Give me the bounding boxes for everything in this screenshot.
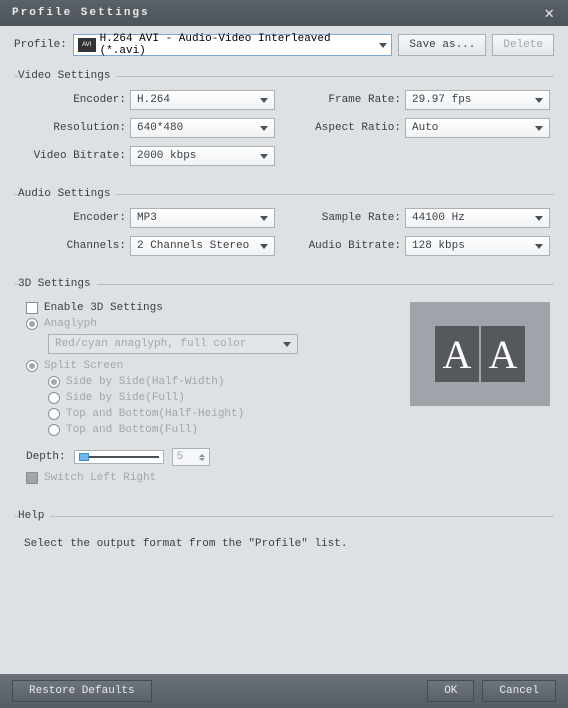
channels-select[interactable]: 2 Channels Stereo <box>130 236 275 256</box>
split-screen-radio[interactable] <box>26 360 38 372</box>
switch-lr-label: Switch Left Right <box>44 472 156 484</box>
chevron-down-icon <box>535 126 543 131</box>
chevron-down-icon <box>260 244 268 249</box>
anaglyph-mode-select[interactable]: Red/cyan anaglyph, full color <box>48 334 298 354</box>
video-encoder-label: Encoder: <box>18 94 126 106</box>
spin-up-icon <box>199 454 205 457</box>
video-bitrate-select[interactable]: 2000 kbps <box>130 146 275 166</box>
profile-label: Profile: <box>14 39 67 51</box>
chevron-down-icon <box>260 216 268 221</box>
chevron-down-icon <box>283 342 291 347</box>
chevron-down-icon <box>535 98 543 103</box>
tb-half-label: Top and Bottom(Half-Height) <box>66 408 244 420</box>
tb-half-radio[interactable] <box>48 408 60 420</box>
resolution-label: Resolution: <box>18 122 126 134</box>
depth-spinner[interactable]: 5 <box>172 448 210 466</box>
audio-encoder-select[interactable]: MP3 <box>130 208 275 228</box>
chevron-down-icon <box>379 43 387 48</box>
framerate-label: Frame Rate: <box>293 94 401 106</box>
anaglyph-radio[interactable] <box>26 318 38 330</box>
help-group: Help Select the output format from the "… <box>14 510 554 554</box>
avi-icon <box>78 38 96 52</box>
ok-button[interactable]: OK <box>427 680 474 702</box>
sbs-full-label: Side by Side(Full) <box>66 392 185 404</box>
depth-slider[interactable] <box>74 450 164 464</box>
footer: Restore Defaults OK Cancel <box>0 674 568 708</box>
chevron-down-icon <box>535 244 543 249</box>
preview-glyph-right: A <box>481 326 525 382</box>
chevron-down-icon <box>260 98 268 103</box>
audio-legend: Audio Settings <box>18 188 116 200</box>
3d-settings-group: 3D Settings Enable 3D Settings Anaglyph … <box>14 278 554 492</box>
video-settings-group: Video Settings Encoder: H.264 Frame Rate… <box>14 70 554 170</box>
help-legend: Help <box>18 510 50 522</box>
anaglyph-label: Anaglyph <box>44 318 97 330</box>
audio-settings-group: Audio Settings Encoder: MP3 Sample Rate:… <box>14 188 554 260</box>
audio-bitrate-select[interactable]: 128 kbps <box>405 236 550 256</box>
switch-lr-checkbox[interactable] <box>26 472 38 484</box>
aspect-label: Aspect Ratio: <box>293 122 401 134</box>
sbs-half-radio[interactable] <box>48 376 60 388</box>
video-encoder-select[interactable]: H.264 <box>130 90 275 110</box>
audio-bitrate-label: Audio Bitrate: <box>293 240 401 252</box>
video-bitrate-label: Video Bitrate: <box>18 150 126 162</box>
spin-down-icon <box>199 458 205 461</box>
aspect-select[interactable]: Auto <box>405 118 550 138</box>
slider-thumb-icon <box>79 453 89 461</box>
channels-label: Channels: <box>18 240 126 252</box>
chevron-down-icon <box>260 126 268 131</box>
framerate-select[interactable]: 29.97 fps <box>405 90 550 110</box>
preview-glyph-left: A <box>435 326 479 382</box>
save-as-button[interactable]: Save as... <box>398 34 486 56</box>
profile-select[interactable]: H.264 AVI - Audio-Video Interleaved (*.a… <box>73 34 393 56</box>
video-legend: Video Settings <box>18 70 116 82</box>
cancel-button[interactable]: Cancel <box>482 680 556 702</box>
restore-defaults-button[interactable]: Restore Defaults <box>12 680 152 702</box>
help-text: Select the output format from the "Profi… <box>24 538 550 550</box>
delete-button[interactable]: Delete <box>492 34 554 56</box>
titlebar: Profile Settings ✕ <box>0 0 568 26</box>
tb-full-label: Top and Bottom(Full) <box>66 424 198 436</box>
window-title: Profile Settings <box>12 7 150 19</box>
audio-encoder-label: Encoder: <box>18 212 126 224</box>
samplerate-select[interactable]: 44100 Hz <box>405 208 550 228</box>
enable-3d-checkbox[interactable] <box>26 302 38 314</box>
chevron-down-icon <box>535 216 543 221</box>
3d-legend: 3D Settings <box>18 278 97 290</box>
resolution-select[interactable]: 640*480 <box>130 118 275 138</box>
chevron-down-icon <box>260 154 268 159</box>
samplerate-label: Sample Rate: <box>293 212 401 224</box>
profile-value: H.264 AVI - Audio-Video Interleaved (*.a… <box>100 33 380 57</box>
close-icon[interactable]: ✕ <box>540 3 560 23</box>
sbs-half-label: Side by Side(Half-Width) <box>66 376 224 388</box>
sbs-full-radio[interactable] <box>48 392 60 404</box>
3d-preview: A A <box>410 302 550 406</box>
split-screen-label: Split Screen <box>44 360 123 372</box>
enable-3d-label: Enable 3D Settings <box>44 302 163 314</box>
tb-full-radio[interactable] <box>48 424 60 436</box>
depth-label: Depth: <box>26 451 66 463</box>
